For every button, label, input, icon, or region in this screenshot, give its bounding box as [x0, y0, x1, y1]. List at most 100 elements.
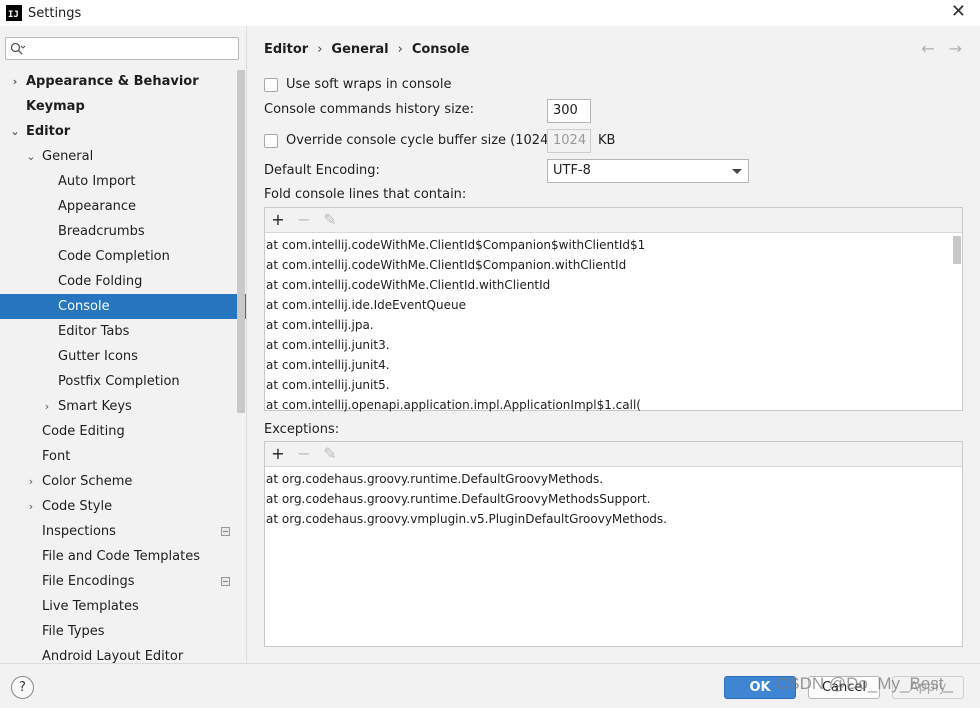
sidebar-item-label: Android Layout Editor [42, 649, 184, 663]
fold-line-row[interactable]: at com.intellij.junit4. [265, 355, 962, 375]
buffer-unit-label: KB [598, 133, 616, 148]
exception-row[interactable]: at org.codehaus.groovy.runtime.DefaultGr… [265, 469, 962, 489]
chevron-right-icon[interactable]: › [25, 469, 37, 494]
exceptions-list[interactable]: at org.codehaus.groovy.runtime.DefaultGr… [265, 467, 962, 529]
fold-lines-list[interactable]: at com.intellij.codeWithMe.ClientId$Comp… [265, 233, 962, 415]
sidebar-item-code-completion[interactable]: Code Completion [0, 244, 237, 269]
exceptions-toolbar: + − ✎ [265, 442, 962, 467]
soft-wraps-checkbox[interactable] [264, 77, 278, 92]
sidebar-item-label: Postfix Completion [58, 374, 180, 389]
chevron-down-icon[interactable]: ⌄ [25, 144, 37, 169]
chevron-right-icon[interactable]: › [9, 69, 21, 94]
edit-icon[interactable]: ✎ [323, 212, 337, 228]
settings-sidebar: › Appearance & Behavior Keymap ⌄ Editor ⌄ Gene… [0, 26, 247, 663]
sidebar-item-code-folding[interactable]: Code Folding [0, 269, 237, 294]
override-buffer-checkbox[interactable] [264, 133, 278, 148]
sidebar-item-label: Code Completion [58, 249, 170, 264]
soft-wraps-row: Use soft wraps in console [264, 77, 451, 92]
fold-line-row[interactable]: at com.intellij.ide.IdeEventQueue [265, 295, 962, 315]
breadcrumb-general[interactable]: General [331, 42, 388, 57]
sidebar-item-file-encodings[interactable]: File Encodings [0, 569, 237, 594]
encoding-dropdown[interactable]: UTF-8 [547, 159, 749, 183]
sidebar-scrollbar[interactable] [237, 70, 245, 413]
exception-row[interactable]: at org.codehaus.groovy.runtime.DefaultGr… [265, 489, 962, 509]
sidebar-item-smart-keys[interactable]: › Smart Keys [0, 394, 237, 419]
fold-line-row[interactable]: at com.intellij.junit3. [265, 335, 962, 355]
sidebar-item-label: Editor [26, 124, 71, 139]
breadcrumb: Editor › General › Console [264, 42, 469, 57]
history-size-row: Console commands history size: [264, 102, 474, 117]
sidebar-item-label: Live Templates [42, 599, 139, 614]
remove-icon[interactable]: − [297, 446, 311, 462]
search-input[interactable] [5, 37, 239, 60]
settings-content: Editor › General › Console ← → Use soft … [248, 26, 980, 663]
exceptions-label-row: Exceptions: [264, 422, 339, 437]
override-buffer-row: Override console cycle buffer size (1024… [264, 133, 575, 148]
sidebar-item-appearance-behavior[interactable]: › Appearance & Behavior [0, 69, 237, 94]
sidebar-item-gutter-icons[interactable]: Gutter Icons [0, 344, 237, 369]
sidebar-item-label: Code Style [42, 499, 113, 514]
search-icon [10, 42, 26, 55]
sidebar-item-label: Inspections [42, 524, 116, 539]
project-scope-icon [221, 577, 230, 586]
sidebar-item-label: File Types [42, 624, 105, 639]
chevron-right-icon[interactable]: › [41, 394, 53, 419]
chevron-down-icon [732, 169, 742, 174]
fold-line-row[interactable]: at com.intellij.codeWithMe.ClientId$Comp… [265, 235, 962, 255]
sidebar-item-label: Gutter Icons [58, 349, 138, 364]
fold-line-row[interactable]: at com.intellij.codeWithMe.ClientId.with… [265, 275, 962, 295]
close-icon[interactable]: ✕ [951, 2, 966, 22]
remove-icon[interactable]: − [297, 212, 311, 228]
history-size-input[interactable]: 300 [547, 99, 591, 123]
sidebar-item-appearance[interactable]: Appearance [0, 194, 237, 219]
exceptions-label: Exceptions: [264, 422, 340, 437]
help-button[interactable]: ? [11, 676, 34, 699]
sidebar-item-label: Color Scheme [42, 474, 133, 489]
sidebar-item-code-style[interactable]: › Code Style [0, 494, 237, 519]
sidebar-item-label: General [42, 149, 94, 164]
back-arrow-icon[interactable]: ← [921, 39, 934, 58]
sidebar-item-color-scheme[interactable]: › Color Scheme [0, 469, 237, 494]
add-icon[interactable]: + [271, 212, 285, 228]
chevron-right-icon[interactable]: › [25, 494, 37, 519]
sidebar-item-file-and-code-templates[interactable]: File and Code Templates [0, 544, 237, 569]
exception-row[interactable]: at org.codehaus.groovy.vmplugin.v5.Plugi… [265, 509, 962, 529]
sidebar-item-live-templates[interactable]: Live Templates [0, 594, 237, 619]
sidebar-item-label: Keymap [26, 99, 85, 114]
sidebar-item-label: Font [42, 449, 71, 464]
fold-lines-panel: + − ✎ at com.intellij.codeWithMe.ClientI… [264, 207, 963, 412]
sidebar-item-code-editing[interactable]: Code Editing [0, 419, 237, 444]
title-bar: IJ Settings ✕ [0, 0, 980, 26]
sidebar-item-file-types[interactable]: File Types [0, 619, 237, 644]
history-nav: ← → [921, 39, 962, 58]
fold-line-row[interactable]: at com.intellij.jpa. [265, 315, 962, 335]
edit-icon[interactable]: ✎ [323, 446, 337, 462]
sidebar-item-android-layout-editor[interactable]: Android Layout Editor [0, 644, 237, 663]
sidebar-item-inspections[interactable]: Inspections [0, 519, 237, 544]
sidebar-item-console[interactable]: Console [0, 294, 246, 319]
sidebar-item-label: Code Folding [58, 274, 143, 289]
forward-arrow-icon[interactable]: → [949, 39, 962, 58]
sidebar-item-auto-import[interactable]: Auto Import [0, 169, 237, 194]
sidebar-item-label: File Encodings [42, 574, 135, 589]
fold-label-row: Fold console lines that contain: [264, 187, 466, 202]
add-icon[interactable]: + [271, 446, 285, 462]
sidebar-item-general[interactable]: ⌄ General [0, 144, 237, 169]
fold-line-row[interactable]: at com.intellij.junit5. [265, 375, 962, 395]
encoding-row: Default Encoding: [264, 163, 380, 178]
fold-list-scrollbar[interactable] [953, 236, 961, 264]
sidebar-item-label: Appearance & Behavior [26, 74, 199, 89]
fold-line-row[interactable]: at com.intellij.codeWithMe.ClientId$Comp… [265, 255, 962, 275]
encoding-value: UTF-8 [553, 163, 591, 178]
sidebar-item-postfix-completion[interactable]: Postfix Completion [0, 369, 237, 394]
breadcrumb-console: Console [411, 42, 470, 57]
sidebar-item-font[interactable]: Font [0, 444, 237, 469]
sidebar-item-editor[interactable]: ⌄ Editor [0, 119, 237, 144]
chevron-down-icon[interactable]: ⌄ [9, 119, 21, 144]
sidebar-item-label: File and Code Templates [42, 549, 200, 564]
fold-line-row[interactable]: at com.intellij.openapi.application.impl… [265, 395, 962, 415]
sidebar-item-breadcrumbs[interactable]: Breadcrumbs [0, 219, 237, 244]
breadcrumb-editor[interactable]: Editor [264, 42, 308, 57]
sidebar-item-keymap[interactable]: Keymap [0, 94, 237, 119]
sidebar-item-editor-tabs[interactable]: Editor Tabs [0, 319, 237, 344]
